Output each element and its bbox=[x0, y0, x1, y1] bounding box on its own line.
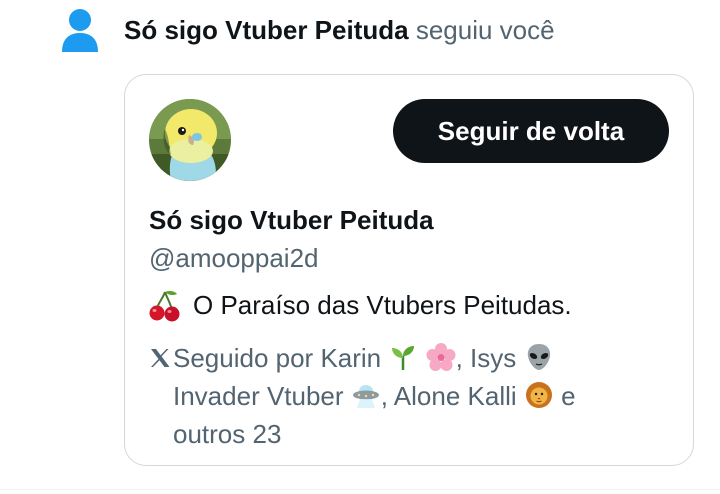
followed-by-line-2: Invader Vtuber , Alone Kalli e bbox=[173, 377, 576, 415]
user-bio: O Paraíso das Vtubers Peitudas. bbox=[149, 287, 572, 323]
user-card[interactable]: Seguir de volta Só sigo Vtuber Peituda @… bbox=[124, 74, 694, 466]
followed-by-text-1: Seguido por Karin bbox=[173, 343, 382, 373]
cherry-blossom-icon bbox=[426, 343, 456, 371]
followed-by-text-2: , Isys bbox=[455, 343, 517, 373]
divider bbox=[0, 489, 720, 490]
notification-icon-wrap bbox=[60, 8, 100, 54]
avatar-parakeet-image bbox=[149, 99, 231, 181]
lion-icon bbox=[525, 382, 552, 408]
ufo-icon bbox=[352, 385, 379, 408]
followed-by-line-3: outros 23 bbox=[173, 415, 281, 453]
alien-icon bbox=[527, 344, 550, 370]
followed-by-line-1: Seguido por Karin , Isys bbox=[149, 339, 554, 377]
cherry-icon bbox=[149, 290, 180, 322]
follow-back-button[interactable]: Seguir de volta bbox=[393, 99, 669, 163]
notification-actor-name[interactable]: Só sigo Vtuber Peituda bbox=[124, 15, 409, 45]
person-icon bbox=[62, 9, 98, 52]
followed-by-text-6: outros 23 bbox=[173, 419, 282, 449]
avatar[interactable] bbox=[149, 99, 231, 181]
user-bio-text: O Paraíso das Vtubers Peitudas. bbox=[193, 290, 572, 320]
x-logo-icon bbox=[151, 349, 170, 367]
user-handle[interactable]: @amooppai2d bbox=[149, 241, 319, 275]
followed-by-text-5: e bbox=[553, 381, 576, 411]
notification-item[interactable]: Só sigo Vtuber Peituda seguiu você Segui… bbox=[0, 0, 720, 494]
seedling-icon bbox=[392, 346, 415, 370]
followed-by-text-4: , Alone Kalli bbox=[380, 381, 517, 411]
user-display-name[interactable]: Só sigo Vtuber Peituda bbox=[149, 203, 434, 237]
followed-by-text-3: Invader Vtuber bbox=[173, 381, 344, 411]
notification-action: seguiu você bbox=[408, 15, 555, 45]
notification-text: Só sigo Vtuber Peituda seguiu você bbox=[124, 12, 555, 48]
